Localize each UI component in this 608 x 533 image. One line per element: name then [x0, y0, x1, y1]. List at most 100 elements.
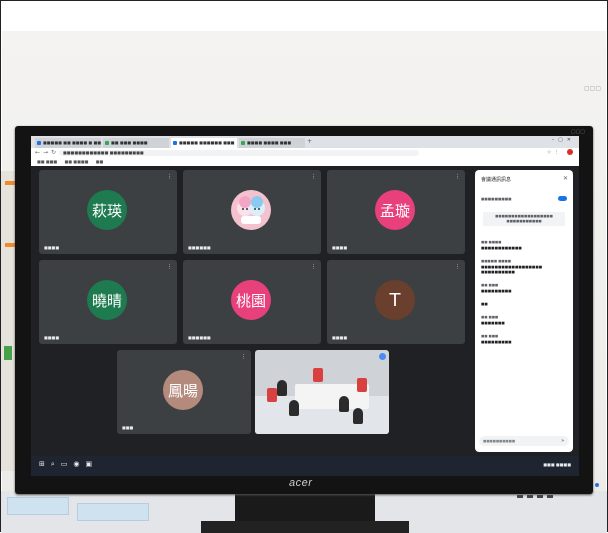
bookmark-item[interactable]: ■■: [96, 159, 104, 164]
browser-tab[interactable]: ■■■■ ■■■■ ■■■: [239, 138, 305, 148]
message-text: ■■: [481, 302, 488, 306]
mic-off-icon: ⋮: [311, 264, 316, 270]
tab-favicon-icon: [105, 141, 109, 145]
participant-avatar: 萩瑛: [87, 190, 127, 230]
participant-avatar: T: [375, 280, 415, 320]
chat-notice: ■■■■■■■■■■■■■■■■■■ ■■■■■■■■■■■: [483, 212, 565, 226]
wall-sign: ▢▢▢: [583, 85, 601, 92]
tab-label: ■■■■■ ■■ ■■■■ ■ ■■■■: [43, 140, 101, 145]
participant-name: ■■■■: [332, 245, 348, 250]
screen: ■■■■■ ■■ ■■■■ ■ ■■ ■■ ■■ ■ ■■ ■■ ■■ ■■■ ■■ ■…: [31, 136, 579, 476]
chat-input[interactable]: ■■■■■■■■■■: [479, 436, 569, 446]
tab-label: ■■■■ ■■■■ ■■■: [247, 140, 292, 145]
message-sender: ■■ ■■■: [481, 334, 499, 338]
photo-frame: ▢▢▢ ▢▢▢ acer ■■■■■ ■■ ■■■■ ■ ■■ ■■ ■■ ■ ■■…: [0, 0, 608, 533]
chat-message: ■■ ■■■ ■■■■■■■■■: [481, 334, 567, 345]
poster-stripe: [5, 181, 15, 185]
participant-name: ■■■: [122, 425, 134, 430]
browser-tabbar: ■■■■■ ■■ ■■■■ ■ ■■ ■■ ■■ ■ ■■ ■■ ■■ ■■■ ■■ ■…: [31, 136, 579, 148]
chat-message: ■■ ■■■ ■■■■■■■: [481, 315, 567, 326]
url-field[interactable]: ■■■■■■■■■■■■ ■■■■■■■■■: [59, 150, 419, 156]
mic-off-icon: ⋮: [167, 264, 172, 270]
window-controls[interactable]: –▢✕: [552, 137, 575, 143]
video-person: [353, 408, 363, 424]
participant-tile[interactable]: 桃園 ⋮ ■■■■■■: [183, 260, 321, 344]
video-person: [339, 396, 349, 412]
chat-message: ■■ ■■■■ ■■■■■■■■■■■■: [481, 240, 567, 251]
participant-avatar: 曉晴: [87, 280, 127, 320]
chat-setting-label: ■■■■■■■■■: [481, 197, 512, 201]
monitor-buttons[interactable]: [517, 483, 587, 498]
pin-icon[interactable]: [379, 353, 386, 360]
message-sender: ■■ ■■■■: [481, 240, 502, 244]
bookmarks-bar: ■■ ■■■ ■■ ■■■■ ■■: [31, 158, 579, 166]
participant-name: ■■■■: [332, 335, 348, 340]
close-icon[interactable]: ✕: [563, 175, 568, 182]
tab-label: ■■■■■ ■■■■■■ ■■■: [179, 140, 235, 145]
desk-papers: [7, 491, 177, 531]
participant-name: ■■■■: [44, 335, 60, 340]
chat-messages: ■■ ■■■■ ■■■■■■■■■■■■ ■■■■■ ■■■■ ■■■■■■■■■■…: [481, 240, 567, 353]
taskbar-apps[interactable]: ⊞⌕▭◉▣: [39, 460, 98, 469]
participant-tile[interactable]: T ⋮ ■■■■: [327, 260, 465, 344]
mic-off-icon: ⋮: [167, 174, 172, 180]
monitor-logo: acer: [289, 477, 313, 489]
os-taskbar: ⊞⌕▭◉▣ ■■■ ■■■■: [31, 456, 579, 476]
new-tab-button[interactable]: +: [307, 138, 312, 145]
cartoon-avatar-icon: [237, 196, 265, 224]
bookmark-item[interactable]: ■■ ■■■■: [64, 159, 88, 164]
poster-stripe: [5, 243, 15, 247]
tab-favicon-icon: [37, 141, 41, 145]
tab-favicon-icon: [173, 141, 177, 145]
chat-permission-toggle[interactable]: [558, 196, 567, 201]
taskbar-clock: ■■■ ■■■■: [543, 462, 571, 467]
monitor-stand-base: [201, 521, 409, 533]
message-text: ■■■■■■■■■■■■: [481, 246, 522, 250]
message-sender: ■■ ■■■: [481, 315, 499, 319]
participant-name: ■■■■: [44, 245, 60, 250]
participant-tile[interactable]: 鳳暘 ⋮ ■■■: [117, 350, 251, 434]
power-led: [595, 483, 599, 487]
mic-off-icon: ⋮: [455, 174, 460, 180]
participant-avatar: 鳳暘: [163, 370, 203, 410]
bookmark-item[interactable]: ■■ ■■■: [37, 159, 57, 164]
mic-off-icon: ⋮: [455, 264, 460, 270]
participant-avatar: 桃園: [231, 280, 271, 320]
browser-tab-active[interactable]: ■■■■■ ■■■■■■ ■■■: [171, 138, 237, 148]
browser-tab[interactable]: ■■ ■■■ ■■■■: [103, 138, 169, 148]
participant-tile[interactable]: 孟璇 ⋮ ■■■■: [327, 170, 465, 254]
mic-off-icon: ⋮: [311, 174, 316, 180]
extension-icons[interactable]: ☆⋮: [547, 149, 573, 156]
tab-favicon-icon: [241, 141, 245, 145]
profile-avatar-icon[interactable]: [567, 149, 573, 155]
send-icon[interactable]: ➤: [561, 438, 565, 444]
message-text: ■■■■■■■■■■■■■■■■■■ ■■■■■■■■■■: [481, 265, 543, 274]
participant-tile[interactable]: 曉晴 ⋮ ■■■■: [39, 260, 177, 344]
video-chair: [267, 388, 277, 402]
video-chair: [357, 378, 367, 392]
participant-name: ■■■■■■: [188, 335, 211, 340]
poster-mark: [4, 346, 12, 360]
camera-video-tile[interactable]: [255, 350, 389, 434]
message-text: ■■■■■■■■■: [481, 340, 512, 344]
participant-tile[interactable]: 萩瑛 ⋮ ■■■■: [39, 170, 177, 254]
message-sender: ■■ ■■■: [481, 283, 499, 287]
message-text: ■■■■■■■■■: [481, 289, 512, 293]
video-chair: [313, 368, 323, 382]
chat-panel: 會議通訊訊息 ✕ ■■■■■■■■■ ■■■■■■■■■■■■■■■■■■ ■■…: [475, 170, 573, 452]
participant-avatar-image: [231, 190, 271, 230]
video-person: [277, 380, 287, 396]
chat-message: ■■ ■■■ ■■■■■■■■■: [481, 283, 567, 294]
chat-message: ■■: [481, 302, 567, 307]
participant-avatar: 孟璇: [375, 190, 415, 230]
mic-off-icon: ⋮: [241, 354, 246, 360]
video-person: [289, 400, 299, 416]
message-text: ■■■■■■■: [481, 321, 505, 325]
desk-paper: [77, 503, 149, 521]
nav-buttons[interactable]: ←→↻: [35, 149, 59, 156]
browser-tab[interactable]: ■■■■■ ■■ ■■■■ ■ ■■■■: [35, 138, 101, 148]
participant-name: ■■■■■■: [188, 245, 211, 250]
participant-tile[interactable]: ⋮ ■■■■■■: [183, 170, 321, 254]
desk-paper: [7, 497, 69, 515]
chat-title: 會議通訊訊息: [481, 177, 512, 183]
